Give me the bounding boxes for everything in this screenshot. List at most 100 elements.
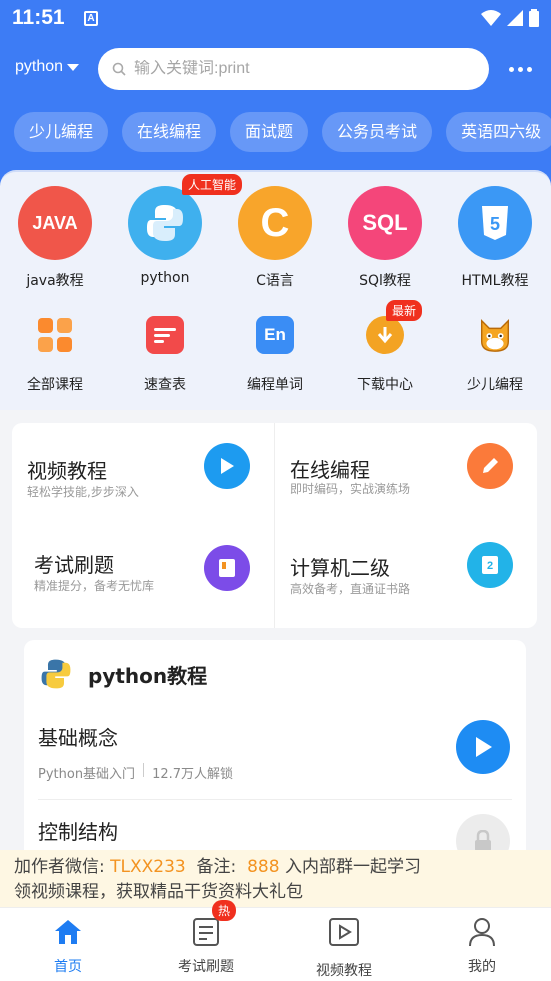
status-bar: 11:51 A xyxy=(0,0,551,38)
feature-subtitle: 高效备考，直通证书路 xyxy=(290,582,411,596)
language-selector[interactable]: python xyxy=(15,58,80,76)
grid-label: 编程单词 xyxy=(247,377,303,393)
grid-label: java教程 xyxy=(26,273,84,289)
feature-subtitle: 精准提分，备考无忧库 xyxy=(34,579,155,593)
nav-label: 首页 xyxy=(54,959,82,975)
list-icon xyxy=(146,316,184,354)
feature-video-tutorial[interactable]: 视频教程 轻松学技能,步步深入 xyxy=(12,423,274,525)
notification-a-icon: A xyxy=(84,11,98,26)
divider xyxy=(143,763,145,777)
grid-label: python xyxy=(140,270,190,286)
promo-note-label: 备注: xyxy=(185,857,248,877)
grid-label: C语言 xyxy=(256,273,294,289)
lesson-play-button[interactable] xyxy=(456,720,510,774)
chip-interview[interactable]: 面试题 xyxy=(230,112,309,152)
lesson-item[interactable]: 基础概念 Python基础入门 12.7万人解锁 xyxy=(38,722,512,782)
header: 11:51 A python 少儿编程 在线编程 面试题 公务员考试 英语四六级 xyxy=(0,0,551,190)
wifi-icon xyxy=(481,10,501,26)
hot-badge: 热 xyxy=(212,900,237,921)
nav-label: 考试刷题 xyxy=(178,959,234,975)
signal-icon xyxy=(507,10,523,26)
promo-banner: 加作者微信: TLXX233 备注: 888 入内部群一起学习 领视频课程，获取… xyxy=(0,850,551,907)
grid-item-c[interactable]: C C语言 xyxy=(220,186,330,290)
c-language-icon: C xyxy=(238,186,312,260)
chip-english-cet[interactable]: 英语四六级 xyxy=(446,112,551,152)
lesson-tag: Python基础入门 xyxy=(38,767,136,782)
lesson-title: 基础概念 xyxy=(38,726,118,750)
grid-item-cheatsheet[interactable]: 速查表 xyxy=(110,316,220,394)
chip-kids-programming[interactable]: 少儿编程 xyxy=(14,112,109,152)
java-icon: JAVA xyxy=(18,186,92,260)
feature-computer-level2[interactable]: 计算机二级 高效备考，直通证书路 2 xyxy=(275,525,537,627)
search-icon xyxy=(112,62,126,76)
bottom-nav: 首页 考试刷题 热 视频教程 我的 xyxy=(0,900,551,981)
grid-item-all-courses[interactable]: 全部课程 xyxy=(0,316,110,394)
nav-home[interactable]: 首页 xyxy=(8,908,128,976)
divider xyxy=(38,799,512,800)
play-icon xyxy=(476,737,492,757)
promo-wechat: TLXX233 xyxy=(110,857,186,877)
video-icon xyxy=(284,912,404,952)
chip-civil-service[interactable]: 公务员考试 xyxy=(322,112,433,152)
search-bar[interactable] xyxy=(98,48,489,90)
grid-item-download[interactable]: 下载中心 xyxy=(330,316,440,394)
grid-item-java[interactable]: JAVA java教程 xyxy=(0,186,110,290)
home-icon xyxy=(8,912,128,952)
nav-exam[interactable]: 考试刷题 xyxy=(146,908,266,976)
nav-profile[interactable]: 我的 xyxy=(422,908,542,976)
grid-label: 少儿编程 xyxy=(467,377,523,393)
lesson-title: 控制结构 xyxy=(38,820,118,844)
feature-title: 计算机二级 xyxy=(290,556,390,580)
chip-online-programming[interactable]: 在线编程 xyxy=(122,112,217,152)
lesson-item[interactable]: 控制结构 xyxy=(38,816,512,845)
course-title: python教程 xyxy=(88,663,208,688)
nav-video[interactable]: 视频教程 xyxy=(284,908,404,980)
grid-label: 下载中心 xyxy=(357,377,413,393)
battery-icon xyxy=(529,9,539,27)
grid-item-kids[interactable]: 少儿编程 xyxy=(440,316,550,394)
promo-line2: 领视频课程，获取精品干货资料大礼包 xyxy=(14,882,303,902)
english-icon: En xyxy=(256,316,294,354)
scratch-cat-icon xyxy=(476,316,514,354)
status-time: 11:51 xyxy=(12,6,65,29)
sql-icon: SQL xyxy=(348,186,422,260)
icon-panel: JAVA java教程 python 人工智能 C C语言 SQL SQl教程 … xyxy=(0,170,551,410)
lesson-unlocks: 12.7万人解锁 xyxy=(152,767,234,782)
download-icon xyxy=(366,316,404,354)
search-input[interactable] xyxy=(134,60,464,78)
feature-online-coding[interactable]: 在线编程 即时编码，实战演练场 xyxy=(275,423,537,525)
category-chips: 少儿编程 在线编程 面试题 公务员考试 英语四六级 xyxy=(14,112,551,152)
system-icons xyxy=(481,9,539,27)
top-bar: python xyxy=(0,48,551,90)
pencil-icon xyxy=(467,443,513,489)
caret-down-icon xyxy=(67,63,80,71)
grid-label: SQl教程 xyxy=(359,273,411,289)
promo-prefix: 加作者微信: xyxy=(14,857,111,877)
svg-text:5: 5 xyxy=(490,214,500,234)
feature-title: 在线编程 xyxy=(290,458,370,482)
book-icon xyxy=(204,545,250,591)
feature-subtitle: 轻松学技能,步步深入 xyxy=(27,485,139,499)
exam-icon xyxy=(146,912,266,952)
new-badge: 最新 xyxy=(386,300,423,321)
python-logo-icon xyxy=(41,659,71,689)
feature-exam-practice[interactable]: 考试刷题 精准提分，备考无忧库 xyxy=(12,525,274,627)
promo-suffix: 入内部群一起学习 xyxy=(279,857,421,877)
feature-card: 视频教程 轻松学技能,步步深入 在线编程 即时编码，实战演练场 考试刷题 精准提… xyxy=(12,423,537,628)
grid-item-sql[interactable]: SQL SQl教程 xyxy=(330,186,440,290)
grid-item-words[interactable]: En 编程单词 xyxy=(220,316,330,394)
course-header: python教程 xyxy=(40,658,207,690)
grid-label: HTML教程 xyxy=(461,273,529,289)
grid-item-python[interactable]: python xyxy=(110,186,220,286)
level2-icon: 2 xyxy=(467,542,513,588)
grid-item-html[interactable]: 5 HTML教程 xyxy=(440,186,550,290)
grid-icon xyxy=(36,316,74,354)
promo-note: 888 xyxy=(247,857,280,877)
svg-text:2: 2 xyxy=(487,560,493,572)
user-icon xyxy=(422,912,542,952)
more-menu-icon[interactable] xyxy=(504,58,536,80)
nav-label: 我的 xyxy=(468,959,496,975)
grid-label: 全部课程 xyxy=(27,377,83,393)
feature-subtitle: 即时编码，实战演练场 xyxy=(290,482,411,496)
lesson-meta: Python基础入门 12.7万人解锁 xyxy=(38,763,512,782)
